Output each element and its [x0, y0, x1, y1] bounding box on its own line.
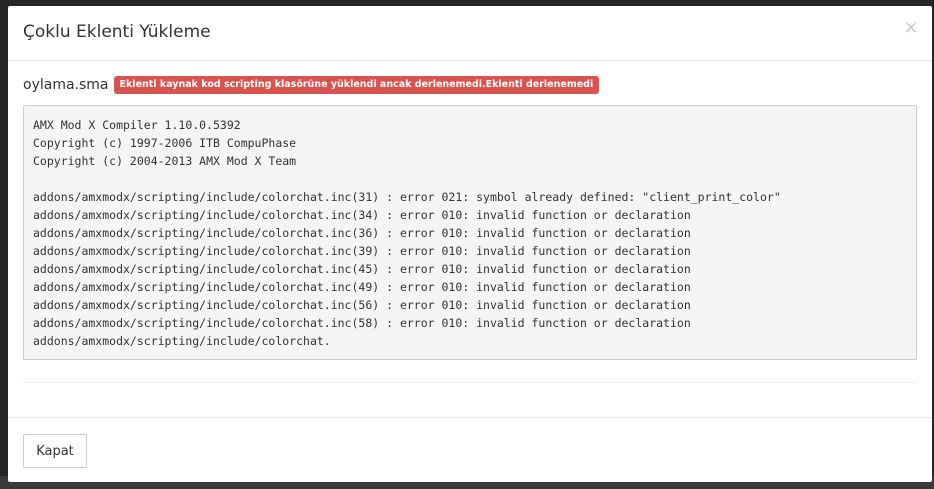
log-line: addons/amxmodx/scripting/include/colorch…	[33, 244, 691, 258]
upload-modal: Çoklu Eklenti Yükleme × oylama.sma Eklen…	[8, 6, 932, 482]
log-line: addons/amxmodx/scripting/include/colorch…	[33, 316, 691, 330]
modal-body: oylama.sma Eklenti kaynak kod scripting …	[23, 74, 917, 360]
file-name: oylama.sma	[23, 77, 109, 93]
log-line: AMX Mod X Compiler 1.10.0.5392	[33, 118, 241, 132]
body-divider	[23, 382, 917, 383]
modal-title: Çoklu Eklenti Yükleme	[23, 22, 211, 42]
close-button[interactable]: Kapat	[23, 434, 87, 468]
log-line: addons/amxmodx/scripting/include/colorch…	[33, 334, 331, 348]
compiler-log[interactable]: AMX Mod X Compiler 1.10.0.5392 Copyright …	[23, 105, 917, 360]
close-icon[interactable]: ×	[903, 18, 919, 38]
log-line: addons/amxmodx/scripting/include/colorch…	[33, 280, 691, 294]
log-line: Copyright (c) 1997-2006 ITB CompuPhase	[33, 136, 297, 150]
log-line: addons/amxmodx/scripting/include/colorch…	[33, 226, 691, 240]
log-line: addons/amxmodx/scripting/include/colorch…	[33, 208, 691, 222]
status-badge: Eklenti kaynak kod scripting klasörüne y…	[113, 76, 600, 94]
log-line: Copyright (c) 2004-2013 AMX Mod X Team	[33, 154, 297, 168]
modal-header: Çoklu Eklenti Yükleme ×	[8, 6, 932, 61]
modal-footer: Kapat	[8, 417, 932, 482]
log-line: addons/amxmodx/scripting/include/colorch…	[33, 190, 781, 204]
log-line: addons/amxmodx/scripting/include/colorch…	[33, 262, 691, 276]
upload-result-row: oylama.sma Eklenti kaynak kod scripting …	[23, 74, 917, 96]
log-line: addons/amxmodx/scripting/include/colorch…	[33, 298, 691, 312]
